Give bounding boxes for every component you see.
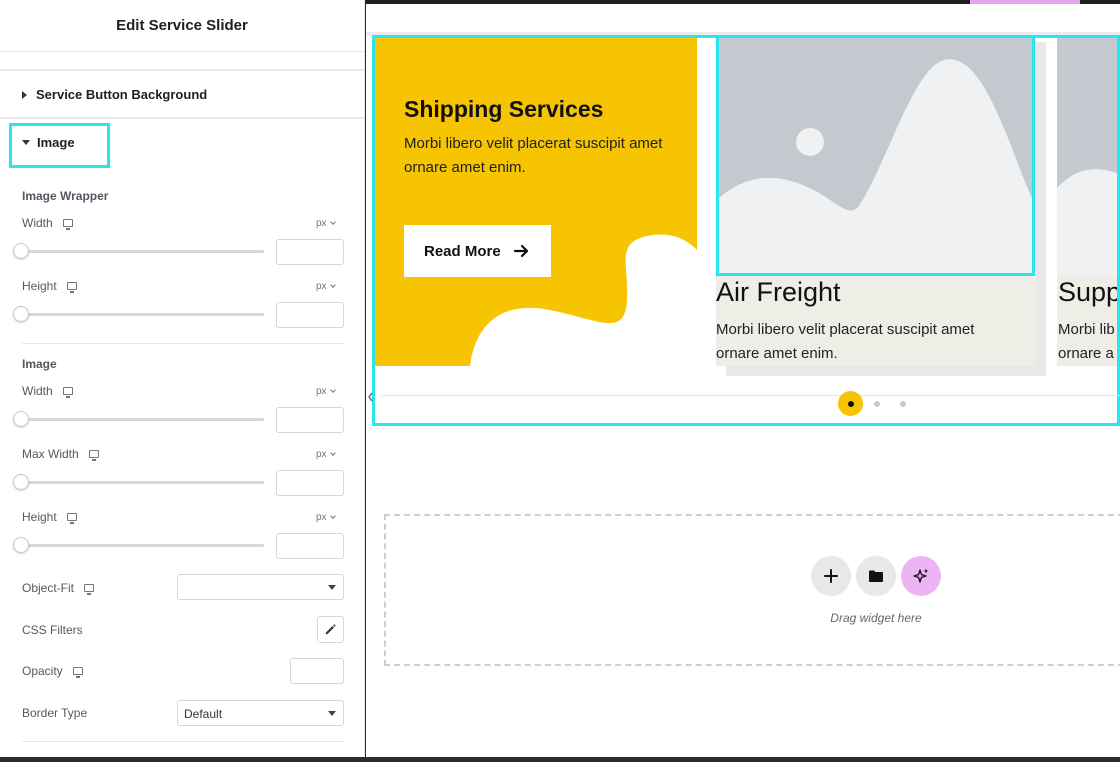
section-indicator	[970, 0, 1080, 4]
widget-drop-zone[interactable]	[384, 514, 1120, 666]
wrapper-height-slider[interactable]	[22, 313, 264, 316]
image-width-slider[interactable]	[22, 418, 264, 421]
monitor-icon[interactable]	[88, 450, 99, 461]
bottom-edge	[0, 757, 1120, 762]
folder-icon	[869, 570, 883, 582]
css-filters-label: CSS Filters	[22, 623, 83, 637]
object-fit-select[interactable]	[177, 574, 344, 600]
wrapper-width-slider[interactable]	[22, 250, 264, 253]
label-text: Border Type	[22, 706, 88, 720]
wrapper-height-input[interactable]	[276, 302, 344, 328]
widget-selection-outline	[372, 35, 1120, 426]
panel-header: Edit Service Slider	[0, 0, 364, 52]
wrapper-width-label: Width	[22, 216, 73, 230]
css-filters-edit-button[interactable]	[317, 616, 344, 643]
label-text: Height	[22, 279, 57, 293]
border-type-select[interactable]: Default	[177, 700, 344, 726]
unit-text: px	[316, 281, 327, 292]
image-height-slider[interactable]	[22, 544, 264, 547]
image-width-input[interactable]	[276, 407, 344, 433]
pagination-dot-active[interactable]	[838, 391, 863, 416]
scrolled-text-fragment	[150, 44, 162, 52]
slider-thumb[interactable]	[13, 411, 29, 427]
unit-selector[interactable]: px	[316, 281, 336, 292]
chevron-left-icon	[368, 392, 373, 402]
monitor-icon[interactable]	[66, 282, 77, 293]
slider-thumb[interactable]	[13, 537, 29, 553]
editor-panel: Edit Service Slider Service Button Backg…	[0, 0, 365, 757]
section-label: Service Button Background	[36, 87, 208, 102]
section-divider	[0, 69, 364, 71]
group-divider	[22, 741, 344, 742]
label-text: Max Width	[22, 447, 79, 461]
editor-canvas: Shipping Services Morbi libero velit pla…	[366, 0, 1120, 757]
monitor-icon[interactable]	[62, 219, 73, 230]
label-text: Width	[22, 216, 53, 230]
dropdown-arrow-icon	[328, 585, 336, 590]
label-text: Height	[22, 510, 57, 524]
group-label-image-wrapper: Image Wrapper	[22, 189, 109, 203]
pagination-track	[381, 395, 1120, 396]
label-text: Opacity	[22, 664, 63, 678]
image-max-width-input[interactable]	[276, 470, 344, 496]
pencil-icon	[325, 624, 336, 635]
add-section-button[interactable]	[811, 556, 851, 596]
caret-down-icon	[22, 140, 30, 145]
unit-text: px	[316, 449, 327, 460]
opacity-input[interactable]	[290, 658, 344, 684]
dropdown-arrow-icon	[328, 711, 336, 716]
chevron-down-icon	[329, 513, 336, 519]
slider-thumb[interactable]	[13, 474, 29, 490]
image-height-label: Height	[22, 510, 77, 524]
unit-text: px	[316, 512, 327, 523]
monitor-icon[interactable]	[72, 667, 83, 678]
image-max-width-label: Max Width	[22, 447, 99, 461]
plus-icon	[824, 569, 838, 583]
wrapper-height-label: Height	[22, 279, 77, 293]
chevron-down-icon	[329, 387, 336, 393]
unit-text: px	[316, 218, 327, 229]
object-fit-label: Object-Fit	[22, 581, 95, 595]
section-label: Image	[37, 135, 75, 150]
border-type-label: Border Type	[22, 706, 87, 720]
group-label-image: Image	[22, 357, 57, 371]
monitor-icon[interactable]	[84, 584, 95, 595]
monitor-icon[interactable]	[62, 387, 73, 398]
unit-text: px	[316, 386, 327, 397]
pagination-dot[interactable]	[874, 401, 880, 407]
image-width-label: Width	[22, 384, 73, 398]
select-value: Default	[184, 707, 223, 721]
active-dot-center	[847, 400, 854, 407]
pagination-dot[interactable]	[900, 401, 906, 407]
label-text: Object-Fit	[22, 581, 75, 595]
section-divider	[0, 117, 364, 119]
slider-thumb[interactable]	[13, 306, 29, 322]
ai-generate-button[interactable]	[901, 556, 941, 596]
chevron-down-icon	[329, 282, 336, 288]
opacity-label: Opacity	[22, 664, 83, 678]
wrapper-width-input[interactable]	[276, 239, 344, 265]
monitor-icon[interactable]	[66, 513, 77, 524]
image-max-width-slider[interactable]	[22, 481, 264, 484]
caret-right-icon	[22, 90, 27, 99]
slider-thumb[interactable]	[13, 243, 29, 259]
drop-zone-hint: Drag widget here	[830, 611, 922, 625]
image-height-input[interactable]	[276, 533, 344, 559]
add-template-button[interactable]	[856, 556, 896, 596]
label-text: Width	[22, 384, 53, 398]
unit-selector[interactable]: px	[316, 512, 336, 523]
section-image[interactable]: Image	[22, 135, 75, 150]
panel-title: Edit Service Slider	[116, 17, 248, 34]
unit-selector[interactable]: px	[316, 449, 336, 460]
sparkle-icon	[913, 568, 929, 583]
label-text: CSS Filters	[22, 623, 83, 637]
panel-collapse-handle[interactable]	[366, 390, 374, 402]
section-service-button-background[interactable]: Service Button Background	[22, 87, 207, 102]
unit-selector[interactable]: px	[316, 218, 336, 229]
unit-selector[interactable]: px	[316, 386, 336, 397]
group-divider	[22, 343, 344, 344]
chevron-down-icon	[329, 450, 336, 456]
chevron-down-icon	[329, 219, 336, 225]
